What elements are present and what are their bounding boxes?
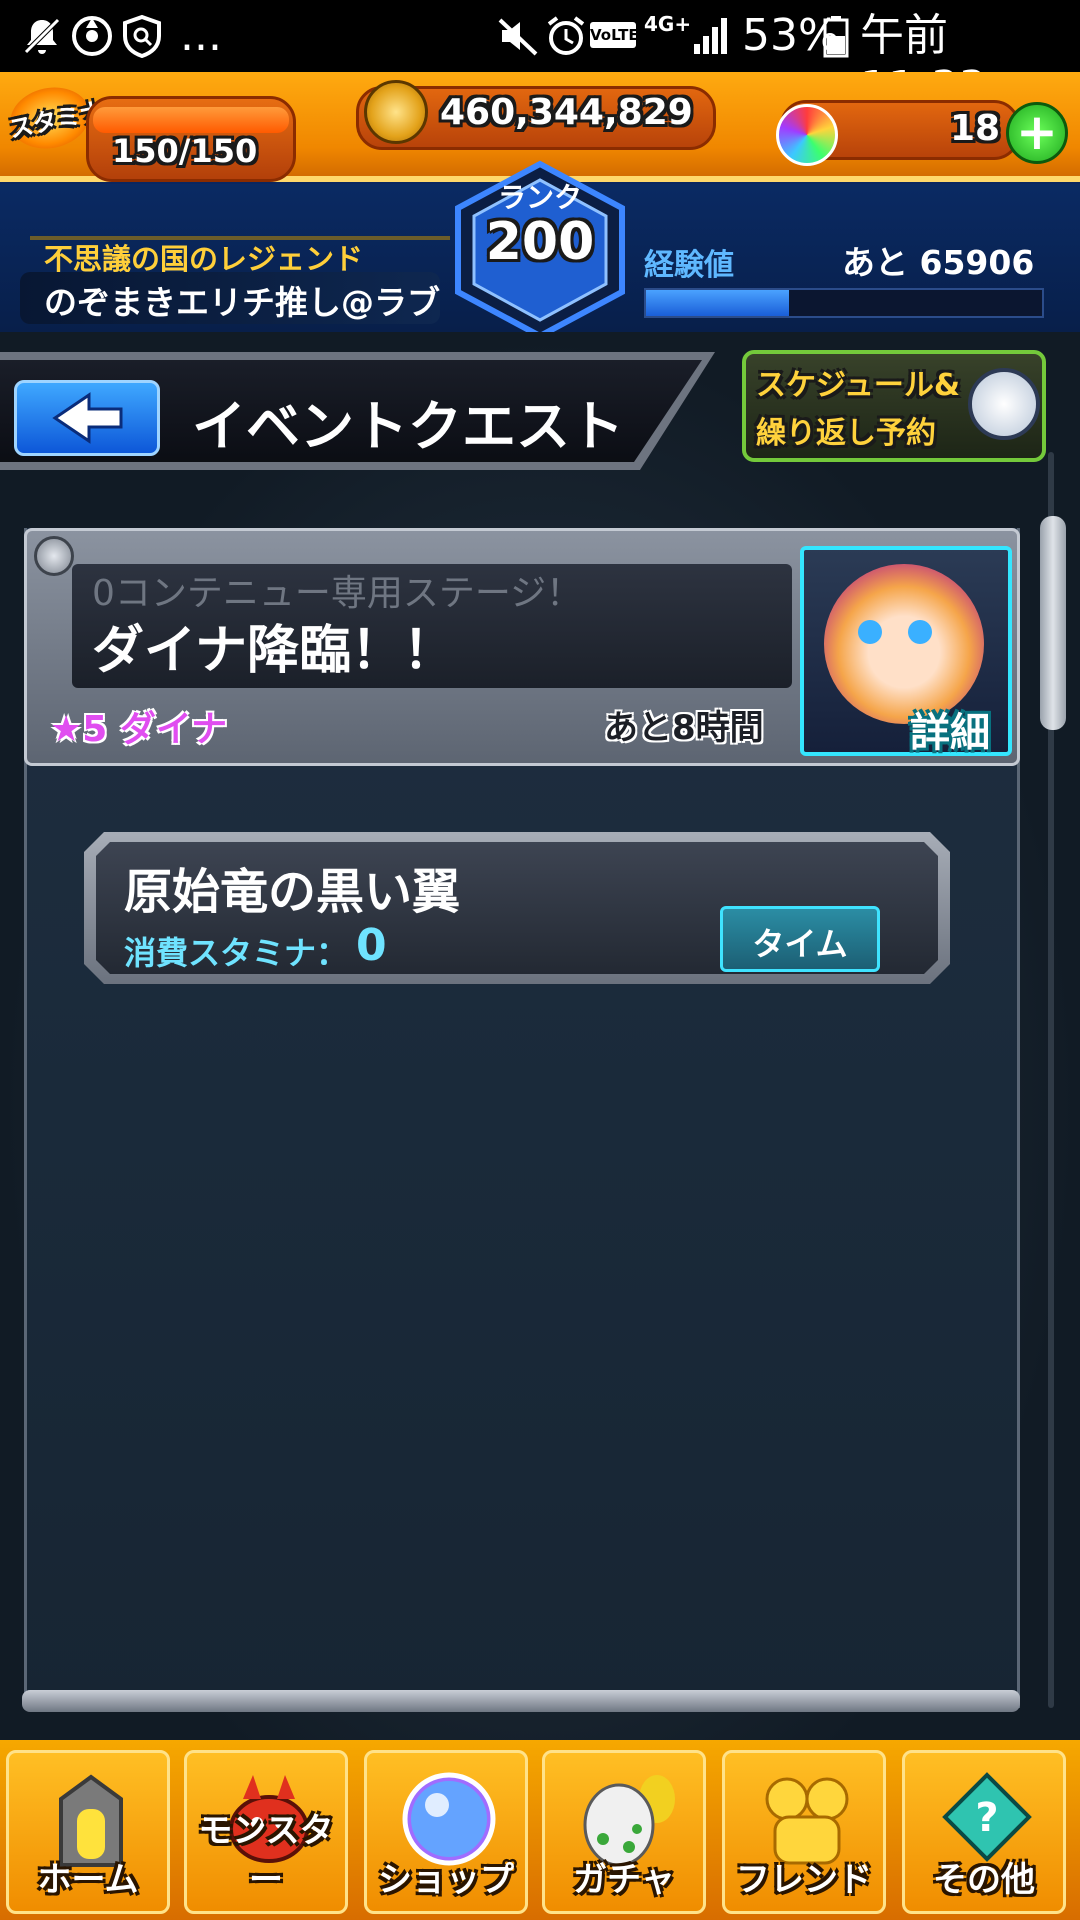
nav-friend[interactable]: フレンド xyxy=(722,1750,886,1914)
nav-monster[interactable]: モンスター xyxy=(184,1750,348,1914)
exp-remaining: あと 65906 xyxy=(842,243,1035,282)
4g-icon: 4G+ xyxy=(644,12,692,36)
event-title: ダイナ降臨！！ xyxy=(92,621,455,681)
schedule-label-line2: 繰り返し予約 xyxy=(756,416,936,451)
coin-value: 460,344,829 xyxy=(440,92,693,133)
exp-bar-fill xyxy=(646,290,789,316)
stage-stamina-label: 消費スタミナ： xyxy=(124,934,349,972)
nav-home[interactable]: ホーム xyxy=(6,1750,170,1914)
back-button[interactable] xyxy=(14,380,160,456)
nav-other-label: その他 xyxy=(933,1860,1035,1900)
event-remaining: あと8時間 xyxy=(604,708,764,748)
back-arrow-icon xyxy=(52,392,123,444)
scrollbar[interactable] xyxy=(1040,452,1066,1708)
title-bar: イベントクエスト xyxy=(0,352,715,470)
nav-home-label: ホーム xyxy=(37,1860,139,1900)
panel-bottom-frame xyxy=(22,1690,1020,1712)
scroll-thumb[interactable] xyxy=(1040,516,1066,730)
coin-icon xyxy=(364,80,428,144)
sync-icon xyxy=(72,16,112,56)
signal-icon xyxy=(694,18,727,54)
stamina-value: 150/150 xyxy=(112,132,258,170)
nav-friend-label: フレンド xyxy=(736,1860,872,1900)
nav-shop[interactable]: ショップ xyxy=(364,1750,528,1914)
add-orb-button[interactable]: + xyxy=(1006,102,1068,164)
mute-icon xyxy=(498,18,538,56)
exp-label: 経験値 xyxy=(644,248,734,283)
stage-stamina-value: 0 xyxy=(356,920,387,971)
svg-text:?: ? xyxy=(975,1795,998,1841)
rank-label: ランク xyxy=(497,181,582,214)
alarm-icon xyxy=(547,16,585,55)
event-rarity: ★5 ダイナ xyxy=(50,709,228,750)
player-header: スタミナ 150/150 460,344,829 18 + 不思議の国のレジェン… xyxy=(0,72,1080,340)
status-bar: ... VoLTE 4G+ 53% 午前 11:33 xyxy=(0,0,1080,113)
player-name: のぞまきエリチ推し@ラブ xyxy=(44,283,440,322)
nav-gacha[interactable]: ガチャ xyxy=(542,1750,706,1914)
battery-icon xyxy=(823,16,849,58)
nav-shop-label: ショップ xyxy=(378,1860,514,1900)
shield-icon xyxy=(123,14,161,58)
time-button-label: タイム xyxy=(752,925,848,963)
portrait-eye-left xyxy=(858,620,882,644)
status-overflow: ... xyxy=(180,10,222,61)
nav-monster-label: モンスター xyxy=(198,1811,334,1900)
detail-label: 詳細 xyxy=(910,710,990,756)
portrait-eye-right xyxy=(908,620,932,644)
bottom-nav: ホーム モンスター ショップ ガチャ フレンド ? その他 xyxy=(0,1740,1080,1920)
nav-gacha-label: ガチャ xyxy=(573,1860,675,1900)
orb-icon xyxy=(776,104,838,166)
schedule-button[interactable]: スケジュール& 繰り返し予約 xyxy=(742,350,1046,462)
stage-row[interactable]: 原始竜の黒い翼 消費スタミナ： 0 タイム xyxy=(84,832,950,984)
orb-count: 18 xyxy=(950,108,1001,149)
stage-name: 原始竜の黒い翼 xyxy=(124,864,461,920)
stamina-gauge-fill xyxy=(93,107,289,133)
nav-other[interactable]: ? その他 xyxy=(902,1750,1066,1914)
page-title: イベントクエスト xyxy=(192,395,624,458)
exp-bar xyxy=(644,288,1044,318)
volte-icon: VoLTE xyxy=(590,22,639,48)
event-detail-button[interactable]: 詳細 xyxy=(800,546,1012,756)
notification-off-icon xyxy=(24,18,60,54)
schedule-label-line1: スケジュール& xyxy=(756,368,961,403)
event-banner[interactable]: 0コンテニュー専用ステージ！ ダイナ降臨！！ ★5 ダイナ あと8時間 詳細 xyxy=(24,528,1020,766)
event-rivet xyxy=(34,536,74,576)
clock-icon xyxy=(968,368,1040,440)
time-button[interactable]: タイム xyxy=(720,906,880,972)
rank-value: 200 xyxy=(485,212,595,272)
